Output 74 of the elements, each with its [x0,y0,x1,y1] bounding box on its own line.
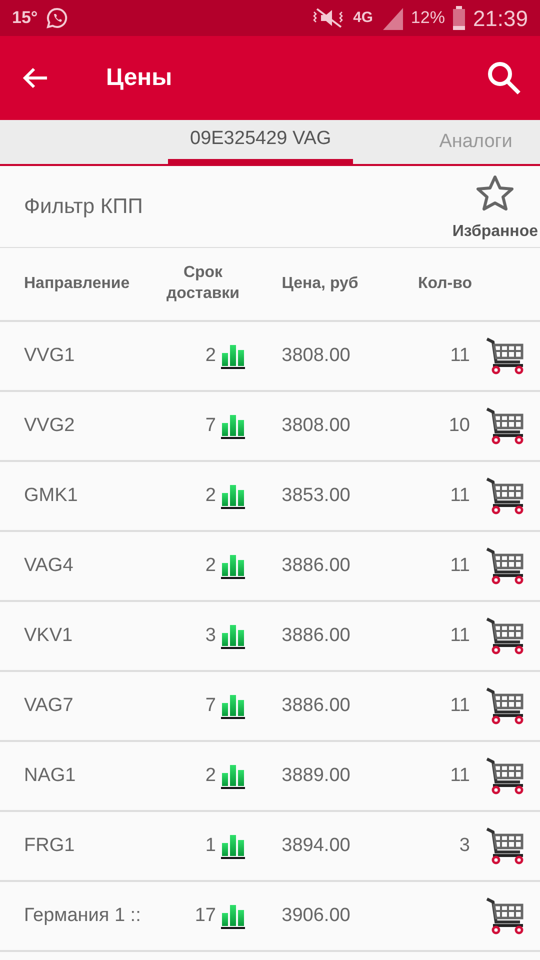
filter-title: Фильтр КПП [24,194,143,220]
table-cell-text: 7 [205,414,216,438]
column-header: Кол-во [416,274,472,294]
table-cell-text: VAG7 [23,694,74,718]
star-icon [475,174,516,214]
search-button[interactable] [486,60,522,96]
stock-bars-icon [220,903,246,929]
cart-icon[interactable] [485,756,525,796]
table-cell-text: 2 [205,484,216,508]
table-cell-text: 11 [449,484,470,508]
table-cell-text: 17 [194,904,216,928]
chat-icon [46,7,68,29]
table-cell-text: 1 [205,834,216,858]
table-cell-text: NAG1 [23,764,77,788]
cart-icon[interactable] [485,476,525,516]
favorites-button[interactable]: Избранное [450,170,540,244]
stock-bars-icon [220,693,246,719]
network-text: 4G [353,8,373,28]
temperature-text: 15° [12,7,38,30]
table-cell-text: VVG1 [23,344,76,368]
table-cell-text: 3889.00 [280,764,352,788]
table-cell-text: 3886.00 [280,554,352,578]
stock-bars-icon [220,623,246,649]
table-cell-text: 3886.00 [280,624,352,648]
table-cell-text: 11 [449,764,470,788]
back-button[interactable] [22,67,48,89]
cart-icon[interactable] [485,546,525,586]
table-cell-text: 10 [448,414,470,438]
cart-icon[interactable] [485,336,525,376]
cart-icon[interactable] [485,616,525,656]
table-cell-text: 3 [458,834,470,858]
table-cell-text: 3894.00 [280,834,352,858]
table-cell-text: FRG1 [23,834,76,858]
battery-text: 12% [410,7,445,30]
table-cell-text: 11 [449,554,470,578]
column-header: Направление [23,274,131,294]
table-cell-text: 3906.00 [280,904,352,928]
table-cell-text: 2 [205,764,216,788]
table-cell-text: 11 [449,344,470,368]
cart-icon[interactable] [485,896,525,936]
tab[interactable]: 09E325429 VAG [168,120,354,164]
stock-bars-icon [220,833,246,859]
stock-bars-icon [220,413,246,439]
table-cell-text: 3886.00 [280,694,352,718]
cart-icon[interactable] [485,826,525,866]
table-cell-text: 2 [205,554,216,578]
table-cell-text: 3808.00 [280,344,352,368]
column-header: Цена, руб [280,274,360,294]
mute-icon [311,7,346,29]
time-text: 21:39 [472,4,528,32]
table-cell-text: Германия 1 :: [23,904,142,928]
table-cell-text: 3808.00 [280,414,352,438]
table-cell-text: 11 [449,624,470,648]
table-cell-text: 7 [205,694,216,718]
battery-icon [452,6,465,30]
back-arrow-icon [22,67,48,89]
table-cell-text: 3 [205,624,216,648]
table-cell-text: 2 [205,344,216,368]
table-cell-text: VKV1 [23,624,74,648]
cart-icon[interactable] [485,686,525,726]
column-header: Срок доставки [165,263,241,304]
table-cell-text: GMK1 [23,484,79,508]
stock-bars-icon [220,553,246,579]
search-icon [486,60,522,96]
table-cell-text: VVG2 [23,414,76,438]
table-cell-text: 11 [449,694,470,718]
cart-icon[interactable] [485,406,525,446]
stock-bars-icon [220,483,246,509]
stock-bars-icon [220,763,246,789]
table-cell-text: VAG4 [23,554,74,578]
table-cell-text: 3853.00 [280,484,352,508]
screen-title: Цены [106,63,172,93]
signal-icon [380,6,403,30]
stock-bars-icon [220,343,246,369]
